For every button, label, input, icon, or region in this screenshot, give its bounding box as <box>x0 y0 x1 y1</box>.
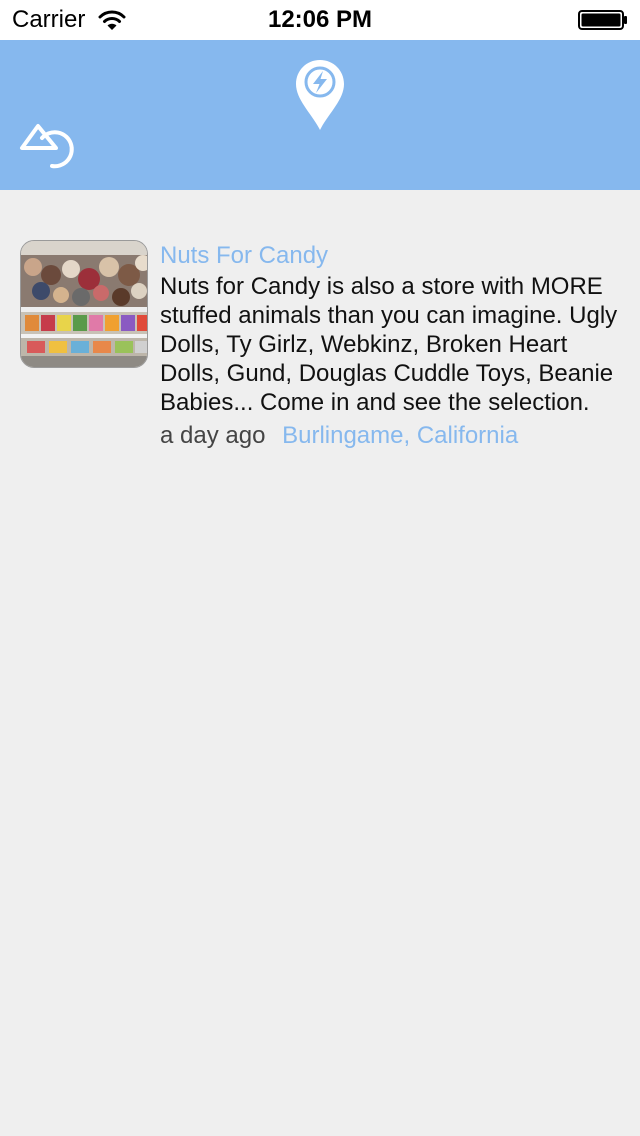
item-description: Nuts for Candy is also a store with MORE… <box>160 273 618 416</box>
list-item-content: Nuts For Candy Nuts for Candy is also a … <box>160 240 620 452</box>
item-meta: a day ago Burlingame, California <box>160 420 620 452</box>
back-button[interactable] <box>16 118 78 174</box>
status-bar: Carrier 12:06 PM <box>0 0 640 40</box>
store-thumbnail[interactable] <box>20 240 148 368</box>
item-title-link[interactable]: Nuts For Candy <box>160 240 620 272</box>
item-location-link[interactable]: Burlingame, California <box>282 422 518 449</box>
battery-icon <box>578 10 628 30</box>
item-timestamp: a day ago <box>160 422 266 449</box>
location-pin-lightning-icon <box>294 58 346 132</box>
status-time: 12:06 PM <box>267 6 373 33</box>
back-arrow-circle-icon <box>20 124 74 169</box>
nav-bar <box>0 40 640 190</box>
